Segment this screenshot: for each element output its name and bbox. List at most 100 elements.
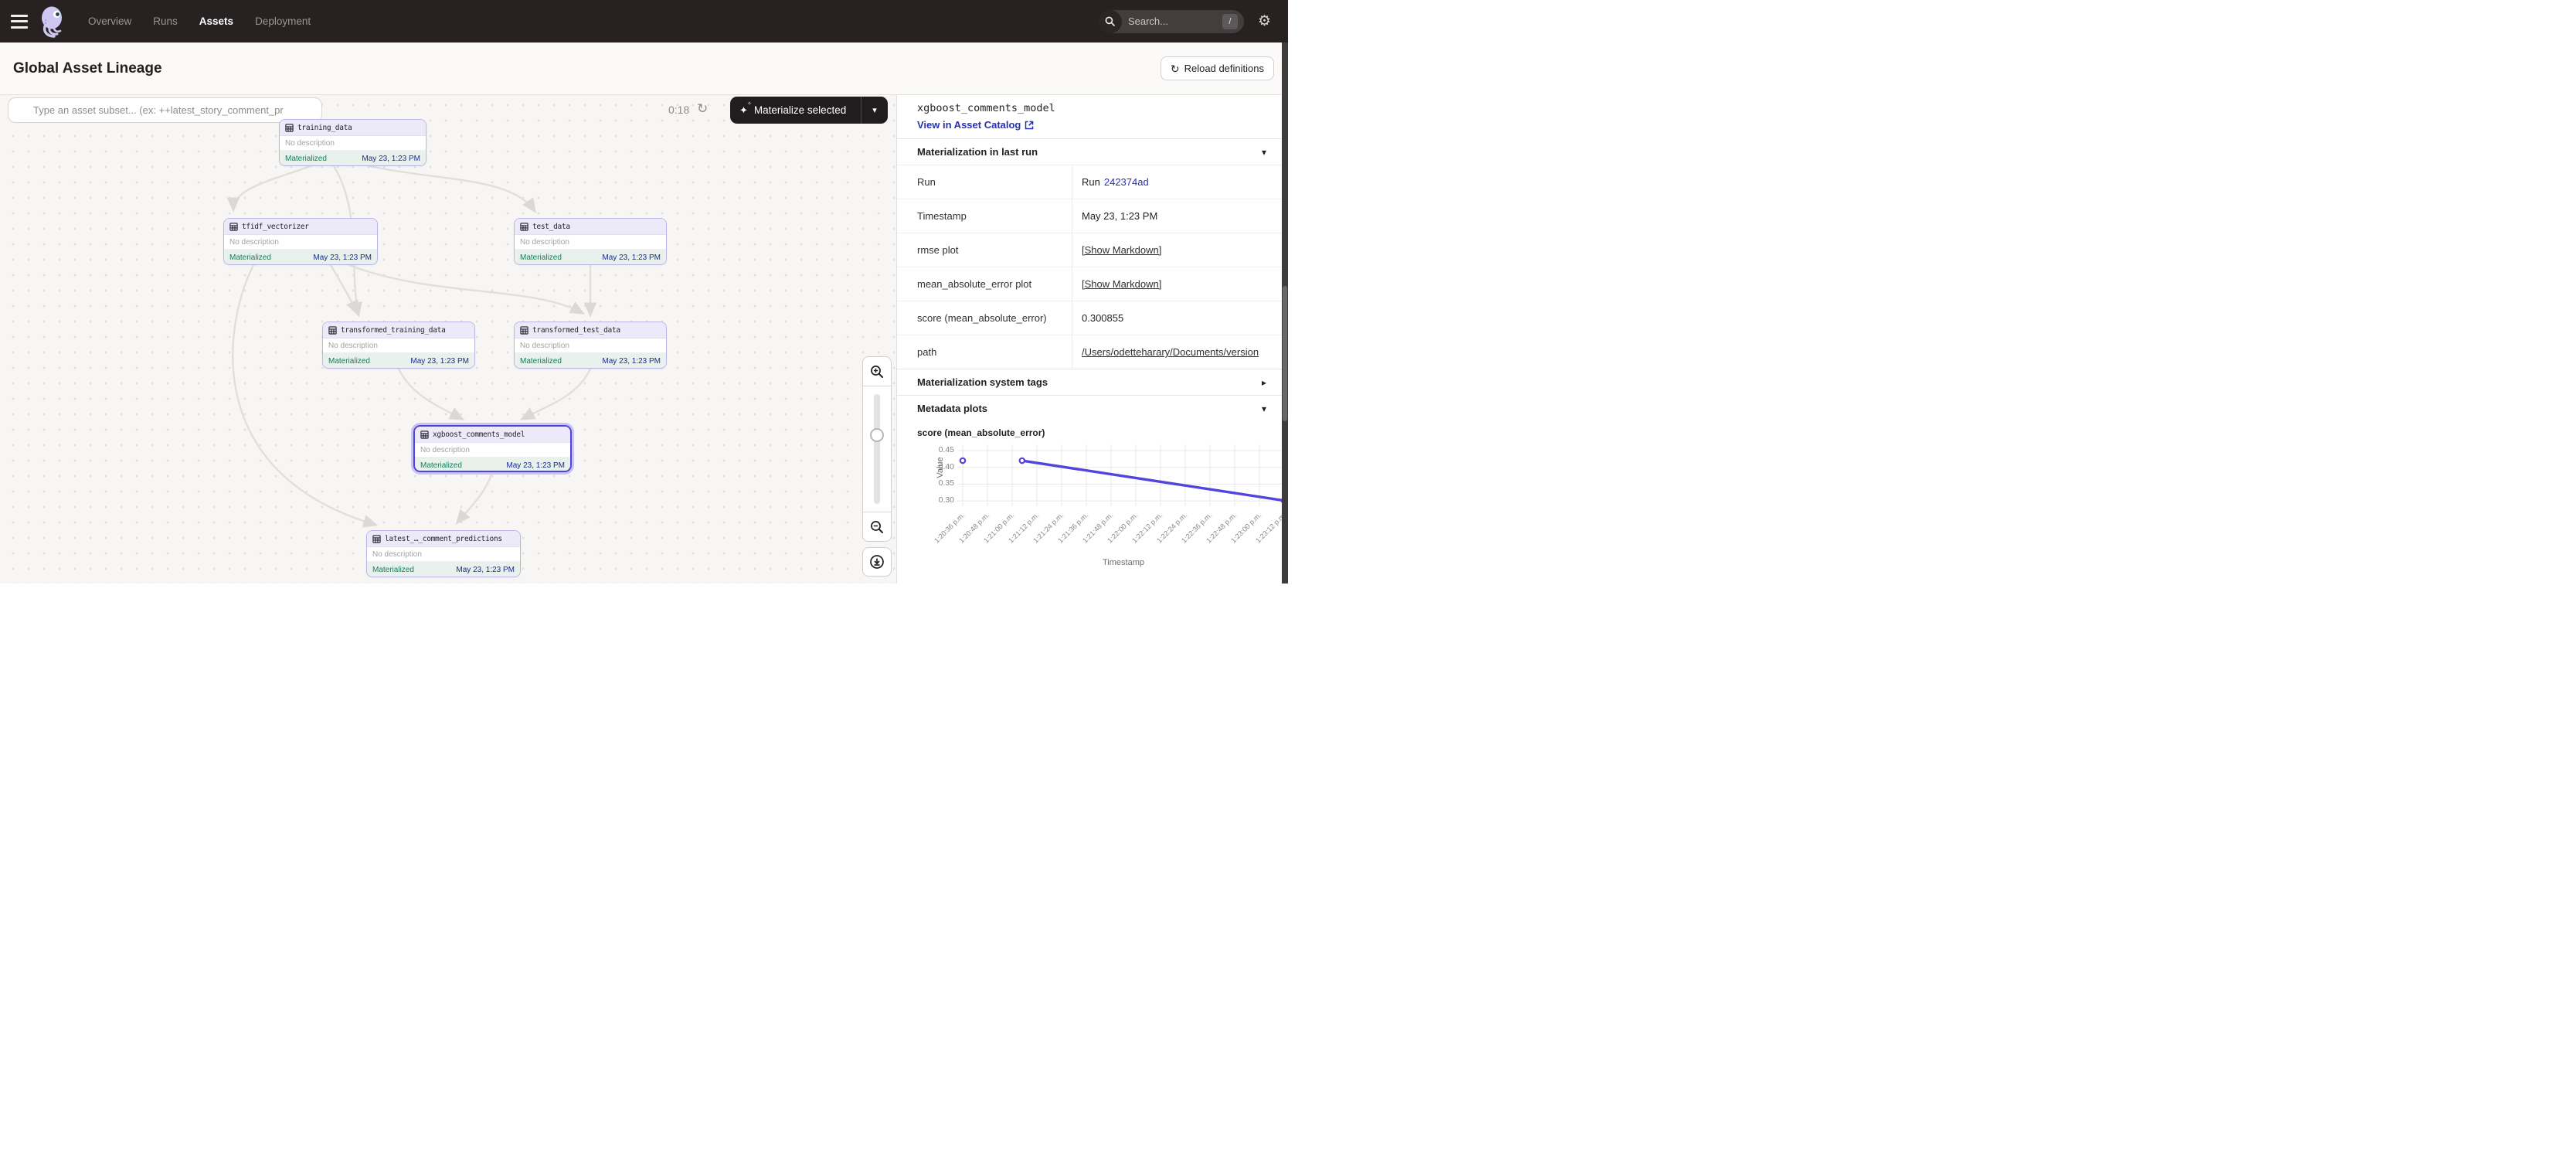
zoom-in-icon (870, 365, 884, 379)
catalog-link-label: View in Asset Catalog (917, 119, 1021, 131)
download-graph-button[interactable] (862, 547, 892, 577)
search-input[interactable] (1128, 15, 1212, 27)
asset-description: No description (224, 235, 377, 250)
materialize-label: Materialize selected (754, 104, 846, 116)
section-title: Materialization system tags (917, 376, 1048, 388)
search-shortcut-badge: / (1222, 14, 1238, 29)
asset-description: No description (515, 235, 666, 250)
svg-text:Timestamp: Timestamp (1103, 558, 1144, 567)
asset-lineage-graph[interactable]: 0:18 ↻ ✦✧ Materialize selected ▾ trainin… (0, 95, 897, 584)
asset-node-transformed-training-data[interactable]: transformed_training_data No description… (322, 322, 475, 369)
last-run-table: Run Run 242374ad Timestamp May 23, 1:23 P… (897, 165, 1282, 369)
refresh-timer: 0:18 (668, 104, 689, 116)
section-metadata-plots[interactable]: Metadata plots ▾ (897, 395, 1282, 421)
chevron-down-icon[interactable]: ▾ (1262, 147, 1266, 158)
selected-asset-title: xgboost_comments_model (917, 102, 1282, 114)
view-in-asset-catalog-link[interactable]: View in Asset Catalog (917, 119, 1034, 131)
asset-timestamp: May 23, 1:23 PM (456, 566, 515, 574)
reload-label: Reload definitions (1184, 63, 1264, 74)
sparkle-icon: ✦✧ (739, 104, 748, 117)
asset-status: Materialized (420, 461, 462, 470)
row-label: path (897, 335, 1072, 369)
section-materialization-system-tags[interactable]: Materialization system tags ▸ (897, 369, 1282, 395)
scrollbar-thumb[interactable] (1283, 286, 1287, 421)
asset-description: No description (280, 136, 426, 151)
asset-status: Materialized (520, 357, 562, 366)
reload-icon: ↻ (1171, 63, 1180, 74)
reload-definitions-button[interactable]: ↻ Reload definitions (1161, 56, 1274, 80)
primary-nav: Overview Runs Assets Deployment (88, 15, 311, 27)
asset-node-training-data[interactable]: training_data No description Materialize… (279, 119, 427, 166)
section-title: Materialization in last run (917, 146, 1038, 158)
asset-node-tfidf-vectorizer[interactable]: tfidf_vectorizer No description Material… (223, 218, 378, 265)
settings-gear-icon[interactable]: ⚙ (1258, 14, 1271, 29)
section-materialization-last-run[interactable]: Materialization in last run ▾ (897, 138, 1282, 165)
asset-name: xgboost_comments_model (433, 430, 525, 439)
chevron-down-icon[interactable]: ▾ (1262, 403, 1266, 414)
metric-line-chart: 1:20:36 p.m.1:20:48 p.m.1:21:00 p.m.1:21… (897, 440, 1282, 584)
asset-status: Materialized (520, 253, 562, 262)
asset-name: test_data (532, 223, 570, 231)
table-row-timestamp: Timestamp May 23, 1:23 PM (897, 199, 1282, 233)
path-link[interactable]: /Users/odetteharary/Documents/version (1082, 346, 1259, 358)
asset-name: tfidf_vectorizer (242, 223, 309, 231)
run-prefix: Run (1082, 176, 1100, 188)
row-label: Run (897, 165, 1072, 199)
page-header: Global Asset Lineage ↻ Reload definition… (0, 43, 1288, 95)
metric-chart-title: score (mean_absolute_error) (897, 421, 1282, 440)
table-row-run: Run Run 242374ad (897, 165, 1282, 199)
nav-item-runs[interactable]: Runs (153, 15, 178, 27)
zoom-slider[interactable] (863, 386, 891, 512)
table-row-path: path /Users/odetteharary/Documents/versi… (897, 335, 1282, 369)
nav-item-deployment[interactable]: Deployment (255, 15, 311, 27)
nav-item-overview[interactable]: Overview (88, 15, 131, 27)
zoom-out-button[interactable] (863, 512, 891, 541)
asset-name: training_data (297, 124, 352, 132)
global-search[interactable]: / (1099, 10, 1244, 33)
asset-subset-input[interactable] (8, 97, 322, 123)
asset-node-xgboost-comments-model[interactable]: xgboost_comments_model No description Ma… (413, 425, 572, 472)
dagster-logo[interactable] (37, 5, 68, 39)
zoom-out-icon (870, 520, 884, 534)
window-scrollbar[interactable] (1282, 43, 1288, 584)
dagster-app: Overview Runs Assets Deployment / ⚙ Glob… (0, 0, 1288, 584)
topnav-right: / ⚙ (1099, 10, 1271, 33)
asset-description: No description (367, 547, 520, 562)
asset-description: No description (323, 339, 474, 353)
row-label: Timestamp (897, 199, 1072, 233)
materialize-dropdown-caret[interactable]: ▾ (861, 105, 888, 115)
run-id-link[interactable]: 242374ad (1104, 176, 1149, 188)
asset-node-transformed-test-data[interactable]: transformed_test_data No description Mat… (514, 322, 667, 369)
table-icon (520, 326, 528, 335)
zoom-slider-handle[interactable] (870, 428, 884, 442)
asset-timestamp: May 23, 1:23 PM (602, 357, 661, 366)
show-markdown-link[interactable]: [Show Markdown] (1082, 278, 1161, 290)
asset-node-latest-comment-predictions[interactable]: latest_…_comment_predictions No descript… (366, 530, 521, 577)
asset-description: No description (415, 443, 570, 458)
asset-timestamp: May 23, 1:23 PM (362, 155, 420, 163)
table-icon (328, 326, 337, 335)
external-link-icon (1025, 121, 1034, 130)
asset-status: Materialized (328, 357, 370, 366)
show-markdown-link[interactable]: [Show Markdown] (1082, 244, 1161, 256)
table-icon (420, 430, 429, 439)
content: 0:18 ↻ ✦✧ Materialize selected ▾ trainin… (0, 95, 1288, 584)
table-icon (229, 223, 238, 231)
row-label: score (mean_absolute_error) (897, 301, 1072, 335)
chevron-right-icon[interactable]: ▸ (1262, 377, 1266, 388)
asset-status: Materialized (285, 155, 327, 163)
section-title: Metadata plots (917, 403, 987, 414)
materialize-selected-button[interactable]: ✦✧ Materialize selected ▾ (730, 97, 888, 124)
nav-item-assets[interactable]: Assets (199, 15, 233, 27)
search-icon (1099, 10, 1122, 33)
asset-timestamp: May 23, 1:23 PM (410, 357, 469, 366)
zoom-in-button[interactable] (863, 357, 891, 386)
asset-name: latest_…_comment_predictions (385, 535, 502, 543)
zoom-slider-track[interactable] (874, 394, 880, 504)
download-icon (869, 554, 885, 570)
table-icon (285, 124, 294, 132)
graph-refresh-icon[interactable]: ↻ (697, 101, 708, 117)
hamburger-menu-icon[interactable] (11, 15, 29, 29)
page-title: Global Asset Lineage (13, 60, 162, 77)
asset-node-test-data[interactable]: test_data No description MaterializedMay… (514, 218, 667, 265)
